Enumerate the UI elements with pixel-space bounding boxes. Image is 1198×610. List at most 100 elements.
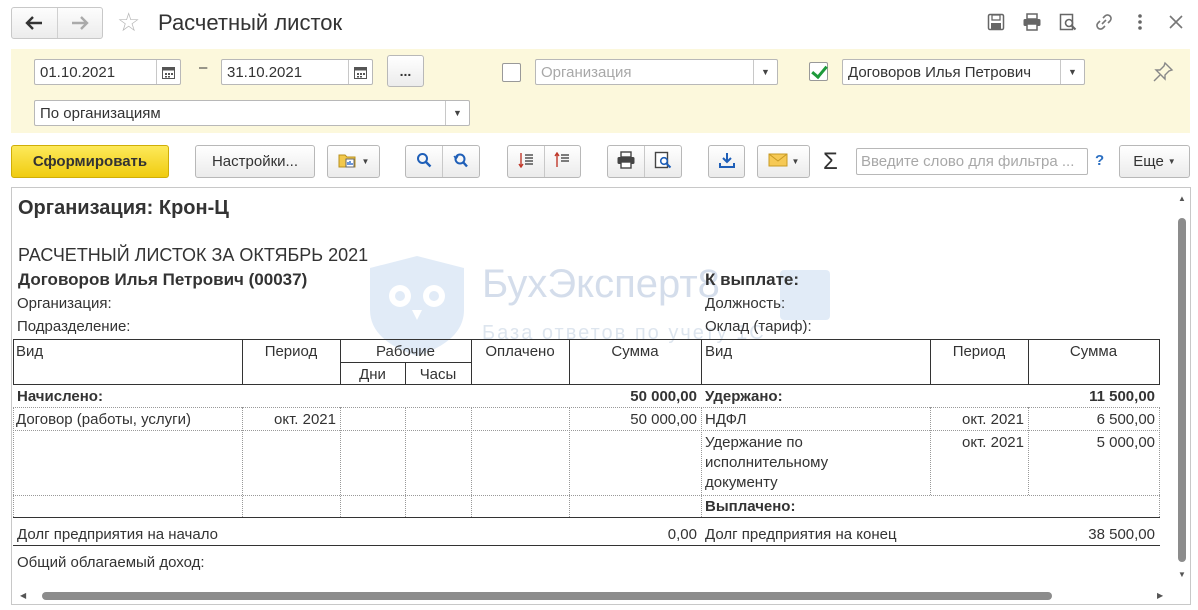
col-sum-left: Сумма <box>611 343 659 360</box>
chevron-down-icon[interactable]: ▼ <box>753 60 777 84</box>
print-button[interactable] <box>608 146 644 177</box>
arrow-right-icon <box>71 16 89 30</box>
scroll-left-icon[interactable]: ◀ <box>20 591 26 600</box>
col-working: Рабочие <box>376 343 435 360</box>
chevron-down-icon: ▼ <box>791 157 800 166</box>
withheld-label: Удержано: <box>705 388 783 405</box>
favorite-star-icon[interactable]: ☆ <box>117 8 140 36</box>
calendar-icon[interactable] <box>348 60 372 84</box>
forward-button[interactable] <box>56 8 102 38</box>
watermark-title: БухЭксперт8 <box>482 262 720 306</box>
col-kind-right: Вид <box>705 343 733 360</box>
scroll-right-icon[interactable]: ▶ <box>1157 591 1163 600</box>
col-sum-right: Сумма <box>1069 343 1118 360</box>
employee-value: Договоров Илья Петрович <box>848 63 1032 81</box>
withholding-kind-line: Удержание по <box>705 434 803 451</box>
close-icon[interactable] <box>1166 12 1186 32</box>
date-to-value: 31.10.2021 <box>227 63 303 81</box>
col-period-left: Период <box>264 343 318 360</box>
search-group <box>405 145 480 178</box>
col-period-right: Период <box>952 343 1006 360</box>
withholding-period: окт. 2021 <box>962 411 1024 428</box>
salary-label: Оклад (тариф): <box>705 318 812 335</box>
debt-start-label: Долг предприятия на начало <box>17 526 218 543</box>
date-to-field[interactable]: 31.10.2021 <box>221 59 373 85</box>
date-from-value: 01.10.2021 <box>40 63 116 81</box>
report-area: БухЭксперт8 База ответов по учету 1С Орг… <box>11 187 1191 605</box>
expand-icon <box>518 152 534 172</box>
help-link[interactable]: ? <box>1095 152 1104 169</box>
page-title: Расчетный листок <box>158 10 343 35</box>
download-icon <box>718 151 736 173</box>
preview-icon <box>654 151 672 173</box>
horizontal-scroll-thumb[interactable] <box>42 592 1052 600</box>
date-range-dash: – <box>199 59 208 76</box>
col-paid: Оплачено <box>485 343 555 360</box>
more-button[interactable]: Еще ▼ <box>1119 145 1190 178</box>
search-icon <box>416 152 432 172</box>
accrual-period: окт. 2021 <box>274 411 336 428</box>
back-button[interactable] <box>12 8 57 38</box>
navigation-group <box>11 7 103 39</box>
vertical-scrollbar[interactable]: ▲ ▼ <box>1174 188 1190 588</box>
taxable-income-label: Общий облагаемый доход: <box>17 554 205 571</box>
search-refresh-icon <box>452 152 470 172</box>
employee-checkbox[interactable] <box>809 62 828 81</box>
debt-end-label: Долг предприятия на конец <box>705 526 897 543</box>
more-label: Еще <box>1133 153 1164 170</box>
print-icon[interactable] <box>1022 12 1042 32</box>
settings-button[interactable]: Настройки... <box>195 145 315 178</box>
accrual-sum: 50 000,00 <box>630 411 697 428</box>
search-again-button[interactable] <box>443 146 479 177</box>
title-bar: ☆ Расчетный листок <box>0 0 1198 46</box>
scroll-down-icon[interactable]: ▼ <box>1178 570 1186 579</box>
paid-label: Выплачено: <box>705 498 796 515</box>
withholding-kind-line: документу <box>705 474 778 491</box>
search-button[interactable] <box>406 146 442 177</box>
scroll-up-icon[interactable]: ▲ <box>1178 194 1186 203</box>
withheld-total: 11 500,00 <box>1089 388 1155 405</box>
grouping-field[interactable]: По организациям ▼ <box>34 100 470 126</box>
organization-checkbox[interactable] <box>502 63 521 82</box>
generate-button[interactable]: Сформировать <box>11 145 169 178</box>
grouping-value: По организациям <box>40 104 161 122</box>
collapse-all-button[interactable] <box>545 146 581 177</box>
print-preview-button[interactable] <box>645 146 681 177</box>
period-select-button[interactable]: ... <box>387 55 424 87</box>
accrued-label: Начислено: <box>17 388 103 405</box>
expand-group <box>507 145 581 178</box>
organization-field[interactable]: Организация ▼ <box>535 59 778 85</box>
debt-end-value: 38 500,00 <box>1088 526 1155 543</box>
to-pay-label: К выплате: <box>705 270 800 289</box>
pin-icon[interactable] <box>1152 61 1174 87</box>
withholding-sum: 5 000,00 <box>1096 434 1155 451</box>
col-hours: Часы <box>419 366 457 383</box>
variants-button[interactable]: ▼ <box>327 145 380 178</box>
filter-search-input[interactable]: Введите слово для фильтра ... <box>856 148 1088 175</box>
organization-heading: Организация: Крон-Ц <box>18 197 229 219</box>
vertical-scroll-thumb[interactable] <box>1178 218 1186 562</box>
employee-name: Договоров Илья Петрович (00037) <box>18 270 308 289</box>
col-days: Дни <box>359 366 386 383</box>
chevron-down-icon[interactable]: ▼ <box>1060 60 1084 84</box>
sum-sigma-icon[interactable]: Σ <box>823 148 838 176</box>
withholding-kind: НДФЛ <box>705 411 747 428</box>
col-kind-left: Вид <box>16 343 44 360</box>
chevron-down-icon: ▼ <box>1167 157 1176 166</box>
save-icon[interactable] <box>986 12 1006 32</box>
accrual-kind: Договор (работы, услуги) <box>16 411 192 428</box>
preview-icon[interactable] <box>1058 12 1078 32</box>
employee-field[interactable]: Договоров Илья Петрович ▼ <box>842 59 1085 85</box>
chevron-down-icon: ▼ <box>361 157 370 166</box>
date-from-field[interactable]: 01.10.2021 <box>34 59 181 85</box>
collapse-icon <box>554 151 570 172</box>
more-vertical-icon[interactable] <box>1130 12 1150 32</box>
link-icon[interactable] <box>1094 12 1114 32</box>
withholding-sum: 6 500,00 <box>1096 411 1155 428</box>
expand-all-button[interactable] <box>508 146 544 177</box>
chevron-down-icon[interactable]: ▼ <box>445 101 469 125</box>
download-button[interactable] <box>708 145 745 178</box>
calendar-icon[interactable] <box>156 60 180 84</box>
send-email-button[interactable]: ▼ <box>757 145 810 178</box>
horizontal-scrollbar[interactable]: ◀ ▶ <box>12 588 1174 604</box>
